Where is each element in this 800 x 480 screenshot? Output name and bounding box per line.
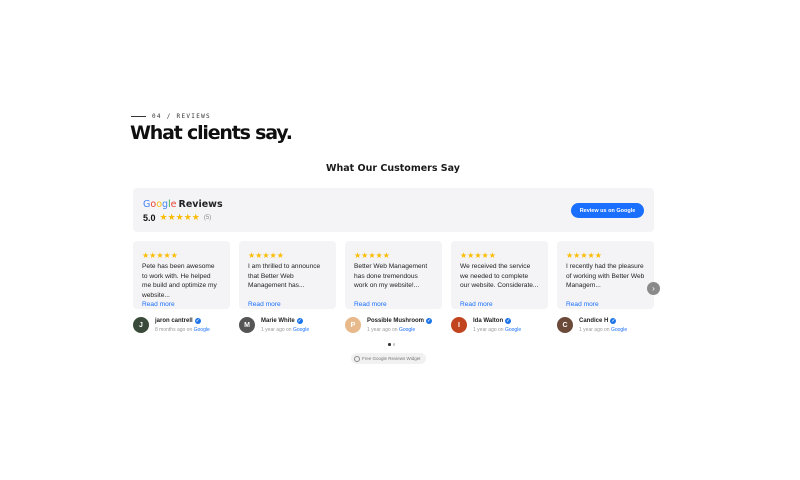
review-source-link[interactable]: Google [611, 327, 627, 333]
rating-score: 5.0 [143, 212, 156, 223]
verified-check-icon: ✓ [610, 318, 617, 324]
review-author: C Candice H ✓ 1 year ago on Google [557, 317, 657, 335]
verified-check-icon: ✓ [296, 318, 303, 324]
review-time: 1 year ago on [579, 327, 610, 333]
review-time: 1 year ago on [473, 327, 504, 333]
review-time: 1 year ago on [261, 327, 292, 333]
review-card: ★★★★★ We received the service we needed … [451, 241, 548, 309]
review-meta: 1 year ago on Google [367, 327, 415, 333]
review-text: We received the service we needed to com… [460, 263, 539, 289]
section-eyebrow: 04 / REVIEWS [131, 113, 211, 120]
read-more-link[interactable]: Read more [142, 300, 221, 309]
review-author: M Marie White ✓ 1 year ago on Google [239, 317, 339, 335]
review-source-link[interactable]: Google [293, 327, 309, 333]
review-meta: 1 year ago on Google [473, 327, 521, 333]
avatar: M [239, 317, 255, 333]
reviews-word: Reviews [178, 199, 223, 210]
review-stars: ★★★★★ [142, 251, 178, 260]
widget-badge-text: Free Google Reviews Widget [362, 356, 421, 361]
read-more-link[interactable]: Read more [460, 300, 539, 309]
review-source-link[interactable]: Google [399, 327, 415, 333]
google-reviews-logo: Google Reviews [143, 199, 223, 210]
review-time: 1 year ago on [367, 327, 398, 333]
review-text: I recently had the pleasure of working w… [566, 263, 645, 289]
author-name: Candice H ✓ [579, 318, 617, 324]
verified-check-icon: ✓ [426, 318, 433, 324]
read-more-link[interactable]: Read more [566, 300, 645, 309]
rating-stars: ★★★★★ [159, 212, 200, 222]
review-stars: ★★★★★ [460, 251, 496, 260]
carousel-dots [388, 343, 395, 346]
review-source-link[interactable]: Google [194, 327, 210, 333]
review-author: I Ida Walton ✓ 1 year ago on Google [451, 317, 551, 335]
author-name: jaron cantrell ✓ [155, 318, 201, 324]
review-text: Better Web Management has done tremendou… [354, 263, 428, 289]
widget-badge[interactable]: Free Google Reviews Widget [351, 353, 426, 364]
review-meta: 8 months ago on Google [155, 327, 210, 333]
carousel-dot-2[interactable] [392, 343, 395, 346]
review-stars: ★★★★★ [354, 251, 390, 260]
review-text: I am thrilled to announce that Better We… [248, 263, 321, 289]
author-name-text: Possible Mushroom [367, 318, 425, 324]
author-name-text: Ida Walton [473, 318, 504, 324]
widget-title: What Our Customers Say [326, 163, 460, 174]
verified-check-icon: ✓ [505, 318, 512, 324]
review-author: J jaron cantrell ✓ 8 months ago on Google [133, 317, 233, 335]
avatar: J [133, 317, 149, 333]
review-meta: 1 year ago on Google [261, 327, 309, 333]
review-card: ★★★★★ I am thrilled to announce that Bet… [239, 241, 336, 309]
author-name: Marie White ✓ [261, 318, 303, 324]
google-wordmark: Google [143, 199, 177, 210]
review-card: ★★★★★ I recently had the pleasure of wor… [557, 241, 654, 309]
rating-row: 5.0 ★★★★★ (5) [143, 212, 211, 223]
avatar: I [451, 317, 467, 333]
read-more-link[interactable]: Read more [248, 300, 327, 309]
chevron-right-icon[interactable]: › [647, 282, 660, 295]
carousel-dot-1[interactable] [388, 343, 391, 346]
verified-check-icon: ✓ [194, 318, 201, 324]
eyebrow-rule [131, 116, 146, 117]
author-name: Possible Mushroom ✓ [367, 318, 433, 324]
review-author: P Possible Mushroom ✓ 1 year ago on Googl… [345, 317, 445, 335]
author-name-text: Marie White [261, 318, 295, 324]
review-meta: 1 year ago on Google [579, 327, 627, 333]
review-stars: ★★★★★ [566, 251, 602, 260]
rating-count: (5) [203, 214, 212, 221]
review-card: ★★★★★ Pete has been awesome to work with… [133, 241, 230, 309]
author-name-text: Candice H [579, 318, 609, 324]
eyebrow-text: 04 / REVIEWS [152, 113, 211, 120]
reviews-summary: Google Reviews 5.0 ★★★★★ (5) Review us on… [133, 188, 654, 232]
review-time: 8 months ago on [155, 327, 193, 333]
avatar: C [557, 317, 573, 333]
read-more-link[interactable]: Read more [354, 300, 433, 309]
avatar: P [345, 317, 361, 333]
review-stars: ★★★★★ [248, 251, 284, 260]
review-source-link[interactable]: Google [505, 327, 521, 333]
review-text: Pete has been awesome to work with. He h… [142, 263, 217, 299]
author-name: Ida Walton ✓ [473, 318, 512, 324]
review-us-button[interactable]: Review us on Google [571, 203, 644, 218]
review-card: ★★★★★ Better Web Management has done tre… [345, 241, 442, 309]
widget-badge-icon [354, 355, 360, 362]
section-title: What clients say. [130, 122, 293, 144]
author-name-text: jaron cantrell [155, 318, 193, 324]
